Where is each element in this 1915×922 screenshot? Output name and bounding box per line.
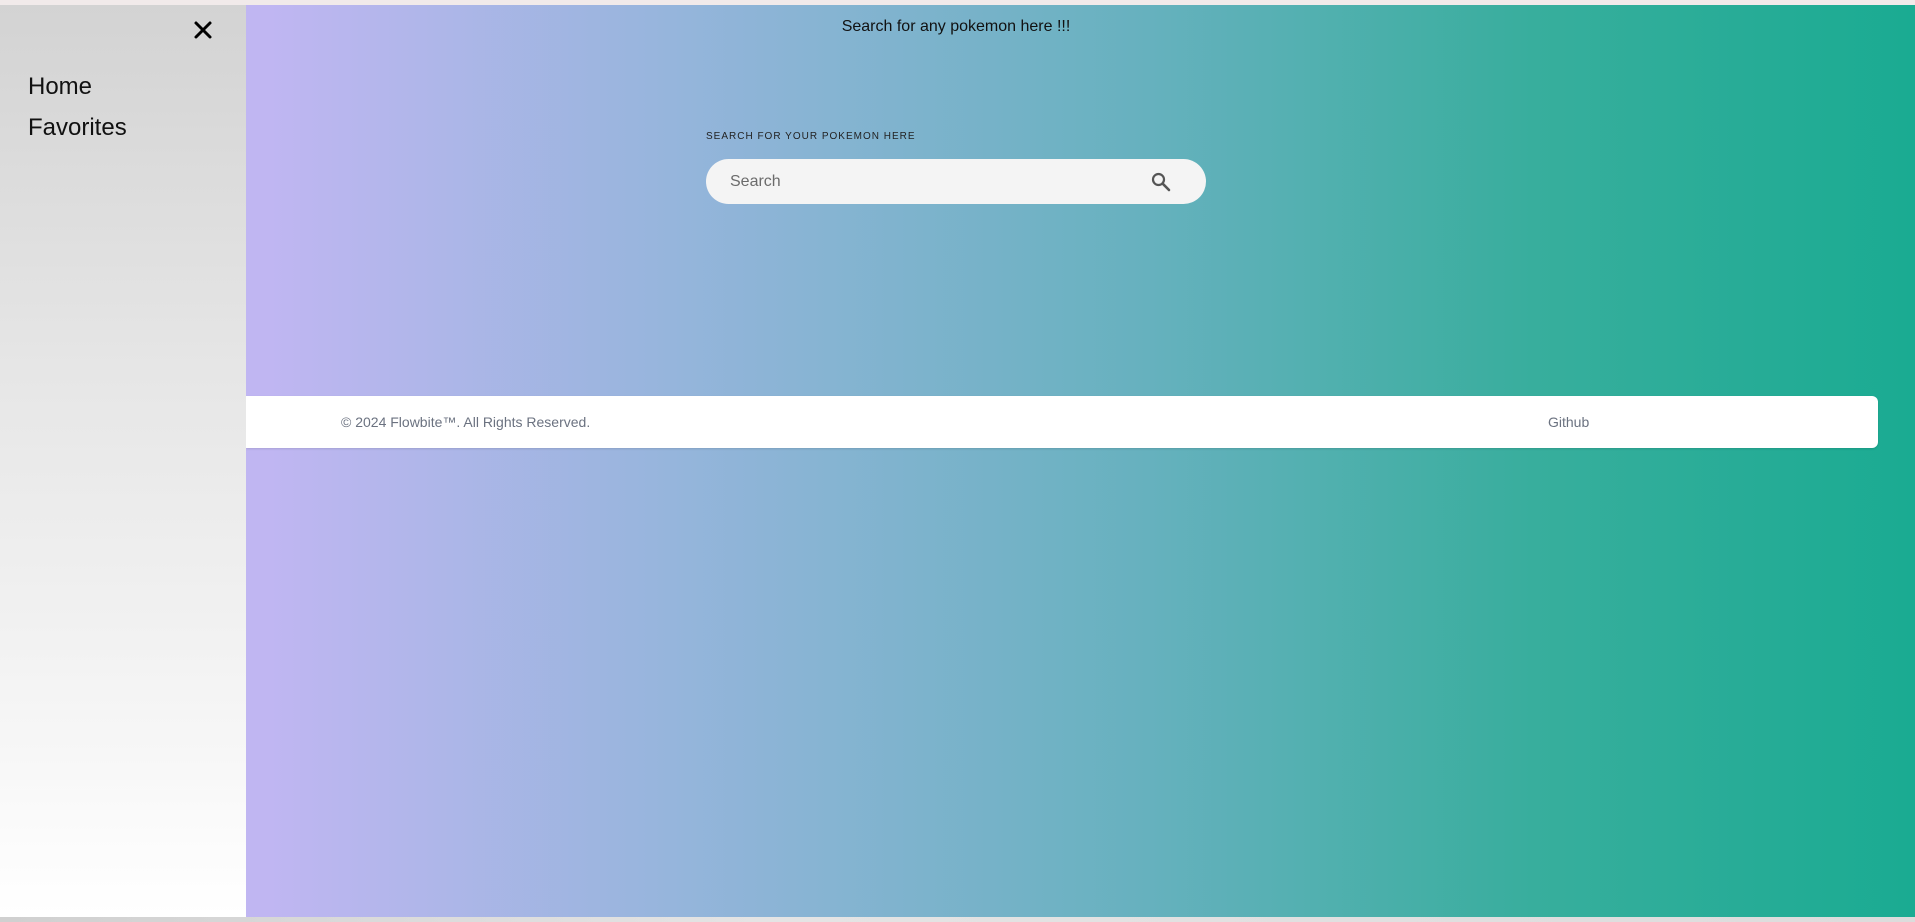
sidebar-item-home[interactable]: Home bbox=[28, 72, 92, 102]
search-icon[interactable] bbox=[1149, 170, 1173, 194]
sidebar: Home Favorites bbox=[0, 5, 246, 917]
page-headline: Search for any pokemon here !!! bbox=[841, 18, 1071, 35]
app-page: Search for any pokemon here !!! SEARCH F… bbox=[0, 0, 1915, 922]
close-icon[interactable] bbox=[190, 17, 216, 43]
main-content bbox=[0, 5, 1915, 917]
footer: © 2024 Flowbite™. All Rights Reserved. G… bbox=[246, 396, 1878, 448]
search-input[interactable] bbox=[730, 159, 1130, 204]
search-bar[interactable] bbox=[706, 159, 1206, 204]
bottom-strip bbox=[0, 917, 1915, 922]
github-link[interactable]: Github bbox=[1548, 414, 1589, 430]
footer-copyright: © 2024 Flowbite™. All Rights Reserved. bbox=[341, 414, 591, 430]
search-label: SEARCH FOR YOUR POKEMON HERE bbox=[706, 131, 916, 142]
sidebar-item-favorites[interactable]: Favorites bbox=[28, 113, 127, 143]
